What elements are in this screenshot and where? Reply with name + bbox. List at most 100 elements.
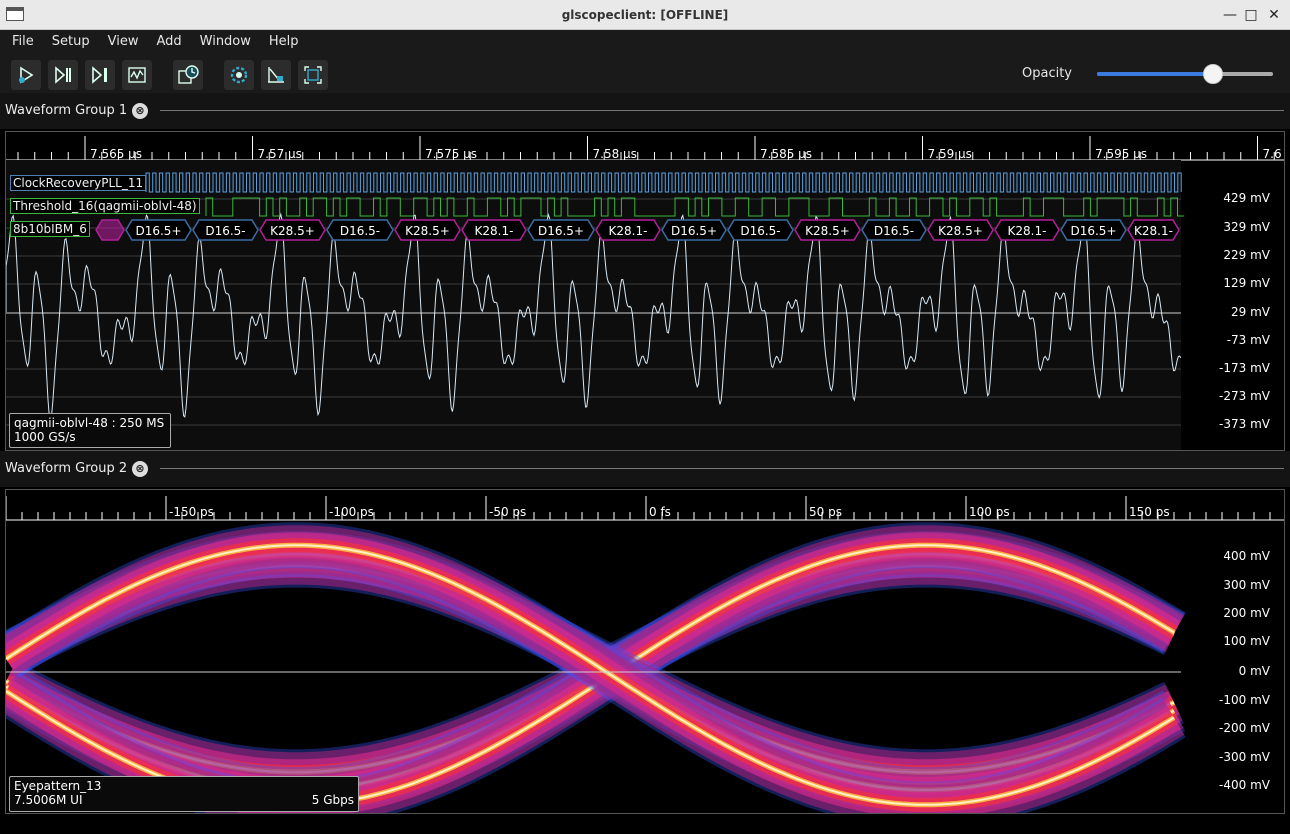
voltage-axis-label: -273 mV bbox=[1219, 389, 1270, 403]
eye-info-name: Eyepattern_13 bbox=[14, 779, 102, 793]
fullscreen-button[interactable] bbox=[298, 60, 328, 90]
time-axis-tick-label: -50 ps bbox=[489, 505, 526, 519]
channel-label-decode[interactable]: 8b10bIBM_6 bbox=[10, 221, 90, 237]
decode-symbol-label: K28.5+ bbox=[405, 224, 450, 238]
channel-info-box[interactable]: qagmii-oblvl-48 : 250 MS 1000 GS/s bbox=[9, 413, 171, 448]
waveform-group-1-plot[interactable]: 7.565 µs 7.57 µs 7.575 µs 7.58 µs 7.585 µs 7.… bbox=[6, 132, 1285, 451]
start-trigger-button[interactable] bbox=[11, 60, 41, 90]
menu-view[interactable]: View bbox=[102, 31, 145, 52]
time-axis-tick-label: 7.59 µs bbox=[928, 147, 972, 161]
waveform-group-2-panel[interactable]: -150 ps -100 ps -50 ps 0 fs 50 ps 100 ps 150 p… bbox=[5, 489, 1285, 814]
decode-symbol-label: K28.5+ bbox=[805, 224, 850, 238]
time-axis-tick-label: 7.58 µs bbox=[593, 147, 637, 161]
refresh-settings-button[interactable] bbox=[224, 60, 254, 90]
decode-symbol-label: K28.1- bbox=[609, 224, 648, 238]
voltage-axis-label: 400 mV bbox=[1223, 549, 1270, 563]
menu-window[interactable]: Window bbox=[194, 31, 257, 52]
time-axis-tick-label: 100 ps bbox=[969, 505, 1010, 519]
waveform-group-2-close-button[interactable]: ⊗ bbox=[132, 461, 148, 477]
time-axis-tick-label: -100 ps bbox=[329, 505, 374, 519]
voltage-axis-label: 129 mV bbox=[1223, 276, 1270, 290]
force-trigger-icon bbox=[92, 66, 107, 84]
waveform-group-1-title[interactable]: Waveform Group 1 bbox=[5, 103, 127, 118]
voltage-axis-label: 329 mV bbox=[1223, 220, 1270, 234]
decode-symbol-label: D16.5+ bbox=[671, 224, 717, 238]
refresh-settings-icon bbox=[230, 66, 248, 84]
history-icon bbox=[178, 65, 199, 84]
decode-symbol bbox=[95, 219, 125, 241]
single-trigger-button[interactable] bbox=[48, 60, 78, 90]
clear-sweeps-button[interactable] bbox=[261, 60, 291, 90]
history-button[interactable] bbox=[173, 60, 203, 90]
opacity-label: Opacity bbox=[1022, 66, 1073, 81]
stop-trigger-icon bbox=[128, 67, 146, 83]
channel-label-clock[interactable]: ClockRecoveryPLL_11 bbox=[10, 175, 147, 191]
voltage-axis-label: -100 mV bbox=[1219, 693, 1270, 707]
divider bbox=[160, 468, 1284, 469]
decode-symbol-label: K28.1- bbox=[1008, 224, 1047, 238]
decode-symbol-label: D16.5- bbox=[205, 224, 245, 238]
menu-file[interactable]: File bbox=[6, 31, 40, 52]
waveform-group-1-header: Waveform Group 1 ⊗ bbox=[0, 93, 1290, 129]
eye-pattern-plot[interactable]: -150 ps -100 ps -50 ps 0 fs 50 ps 100 ps 150 p… bbox=[6, 490, 1285, 814]
clear-sweeps-icon bbox=[268, 67, 284, 83]
voltage-axis-label: -200 mV bbox=[1219, 721, 1270, 735]
time-axis-tick-label: 7.6 µ bbox=[1263, 147, 1286, 161]
decode-symbol-label: D16.5+ bbox=[135, 224, 181, 238]
time-axis-tick-label: 7.595 µs bbox=[1095, 147, 1147, 161]
waveform-group-1-close-button[interactable]: ⊗ bbox=[132, 103, 148, 119]
start-trigger-icon bbox=[19, 66, 34, 84]
decode-symbol-label: D16.5+ bbox=[1070, 224, 1116, 238]
time-axis-tick-label: 7.585 µs bbox=[760, 147, 812, 161]
decode-symbol-label: K28.5+ bbox=[270, 224, 315, 238]
waveform-group-1-panel[interactable]: 7.565 µs 7.57 µs 7.575 µs 7.58 µs 7.585 µs 7.… bbox=[5, 131, 1285, 451]
voltage-axis-label: 429 mV bbox=[1223, 191, 1270, 205]
voltage-axis-label: 29 mV bbox=[1231, 305, 1270, 319]
close-window-button[interactable]: ✕ bbox=[1264, 5, 1284, 25]
voltage-axis-label: 300 mV bbox=[1223, 578, 1270, 592]
opacity-slider-fill bbox=[1097, 72, 1214, 76]
decode-symbol-label: D16.5- bbox=[874, 224, 914, 238]
time-axis-background bbox=[6, 132, 1284, 160]
voltage-axis-label: -300 mV bbox=[1219, 750, 1270, 764]
force-trigger-button[interactable] bbox=[85, 60, 115, 90]
opacity-slider-handle[interactable] bbox=[1203, 64, 1224, 84]
window-title: glscopeclient: [OFFLINE] bbox=[561, 8, 729, 22]
divider bbox=[160, 110, 1284, 111]
waveform-group-2-header: Waveform Group 2 ⊗ bbox=[0, 451, 1290, 487]
menu-help[interactable]: Help bbox=[263, 31, 305, 52]
eye-info-box[interactable]: Eyepattern_13 7.5006M UI 5 Gbps bbox=[9, 776, 359, 812]
voltage-axis-label: 0 mV bbox=[1238, 664, 1270, 678]
toolbar: Opacity bbox=[0, 52, 1290, 97]
eye-info-bitrate: 5 Gbps bbox=[311, 793, 354, 807]
voltage-axis-label: 200 mV bbox=[1223, 606, 1270, 620]
time-axis-tick-label: 7.575 µs bbox=[425, 147, 477, 161]
voltage-axis-label: -73 mV bbox=[1226, 333, 1270, 347]
stop-trigger-button[interactable] bbox=[122, 60, 152, 90]
channel-label-threshold[interactable]: Threshold_16(qagmii-oblvl-48) bbox=[10, 198, 200, 214]
voltage-axis-label: 229 mV bbox=[1223, 248, 1270, 262]
single-trigger-icon bbox=[55, 66, 71, 84]
menu-add[interactable]: Add bbox=[150, 31, 187, 52]
maximize-button[interactable]: □ bbox=[1241, 5, 1261, 25]
channel-info-rate: 1000 GS/s bbox=[14, 430, 76, 444]
time-axis-tick-label: 0 fs bbox=[649, 505, 671, 519]
decode-symbol-label: D16.5- bbox=[340, 224, 380, 238]
opacity-slider[interactable] bbox=[1097, 64, 1273, 84]
voltage-axis-label: -373 mV bbox=[1219, 417, 1270, 431]
decode-symbol-label: K28.1- bbox=[1134, 224, 1173, 238]
decode-symbol-label: D16.5+ bbox=[538, 224, 584, 238]
waveform-group-2-title[interactable]: Waveform Group 2 bbox=[5, 461, 127, 476]
minimize-button[interactable]: — bbox=[1220, 5, 1240, 25]
decode-symbol-label: K28.5+ bbox=[938, 224, 983, 238]
decode-symbol-label: D16.5- bbox=[740, 224, 780, 238]
voltage-axis-label: 100 mV bbox=[1223, 634, 1270, 648]
menu-setup[interactable]: Setup bbox=[46, 31, 96, 52]
time-axis-tick-label: 7.57 µs bbox=[258, 147, 302, 161]
fullscreen-icon bbox=[304, 66, 322, 84]
channel-info-name: qagmii-oblvl-48 : 250 MS bbox=[14, 416, 165, 430]
voltage-axis-label: -400 mV bbox=[1219, 778, 1270, 792]
eye-info-ui-count: 7.5006M UI bbox=[14, 793, 83, 807]
time-axis-tick-label: 50 ps bbox=[809, 505, 842, 519]
time-axis-tick-label: 7.565 µs bbox=[90, 147, 142, 161]
